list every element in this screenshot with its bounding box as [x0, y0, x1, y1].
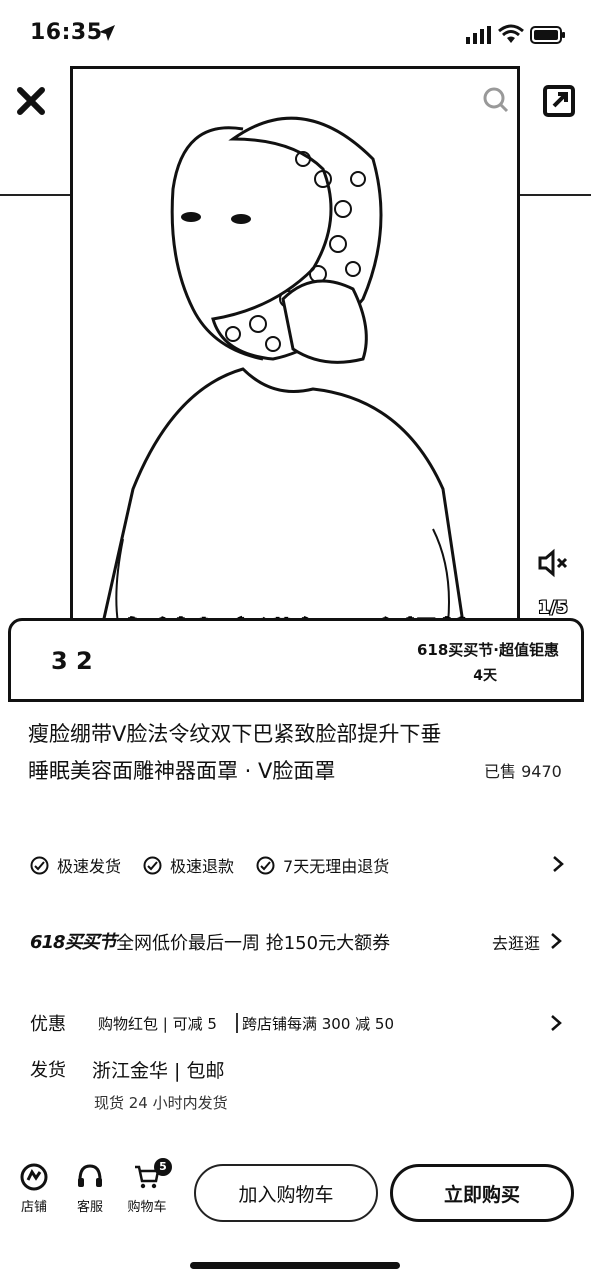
- product-photo: [101, 116, 465, 623]
- headset-icon: [78, 1164, 102, 1187]
- coupon-tag: 购物红包 | 可减 5: [98, 1015, 217, 1033]
- service-label: 客服: [76, 1200, 103, 1215]
- chevron-right-icon: [553, 856, 564, 872]
- chevron-right-icon: [551, 933, 562, 949]
- header-divider: [520, 194, 591, 196]
- guarantee-item: 极速发货: [30, 853, 121, 877]
- product-media[interactable]: 向斜上方进行一个提拉: [70, 66, 520, 626]
- chevron-right-icon: [551, 1015, 562, 1031]
- shipping-label: 发货: [30, 1060, 66, 1081]
- location-arrow-icon: [99, 25, 115, 41]
- open-external-button[interactable]: [542, 84, 576, 118]
- guarantee-label: 7天无理由退货: [283, 857, 390, 876]
- add-to-cart-button[interactable]: 加入购物车: [194, 1164, 378, 1222]
- price-banner: 3 2 618买买节·超值钜惠 4天: [8, 618, 584, 702]
- store-label: 店铺: [20, 1200, 47, 1215]
- shipping-row: 发货 浙江金华 | 包邮 现货 24 小时内发货: [30, 1056, 570, 1116]
- guarantee-label: 极速发货: [57, 857, 122, 876]
- shipping-detail: 现货 24 小时内发货: [94, 1094, 228, 1112]
- signal-icon: [466, 26, 491, 44]
- product-title: 瘦脸绷带V脸法令纹双下巴紧致脸部提升下垂睡眠美容面雕神器面罩 · V脸面罩: [28, 722, 442, 783]
- bottom-action-bar: 店铺 客服 5 购物车 加入购物车 立即购买: [0, 1150, 591, 1240]
- check-circle-icon: [256, 856, 275, 874]
- festival-promo-text: 全网低价最后一周 抢150元大额券: [116, 933, 391, 954]
- price-value: 3 2: [51, 647, 93, 675]
- guarantee-item: 7天无理由退货: [256, 853, 389, 877]
- store-icon: [20, 1163, 48, 1191]
- mute-icon[interactable]: [537, 548, 569, 578]
- tag-divider: [236, 1013, 238, 1033]
- home-indicator[interactable]: [190, 1262, 400, 1269]
- header-divider: [0, 194, 70, 196]
- cart-nav[interactable]: 5 购物车: [122, 1158, 172, 1215]
- festival-link[interactable]: 去逛逛: [492, 930, 540, 954]
- check-circle-icon: [143, 856, 162, 874]
- banner-countdown: 4天: [473, 668, 497, 684]
- guarantee-item: 极速退款: [143, 853, 234, 877]
- status-time: 16:35: [30, 20, 103, 45]
- discount-row[interactable]: 优惠 购物红包 | 可减 5 跨店铺每满 300 减 50: [30, 1010, 570, 1038]
- coupon-tag: 跨店铺每满 300 减 50: [242, 1015, 395, 1033]
- service-nav[interactable]: 客服: [65, 1162, 115, 1215]
- buy-now-button[interactable]: 立即购买: [390, 1164, 574, 1222]
- guarantee-row[interactable]: 极速发货 极速退款 7天无理由退货: [30, 852, 570, 878]
- media-counter: 1/5: [538, 598, 568, 618]
- check-circle-icon: [30, 856, 49, 874]
- status-bar: 16:35: [0, 0, 591, 64]
- shipping-location: 浙江金华 | 包邮: [92, 1060, 225, 1082]
- discount-label: 优惠: [30, 1014, 66, 1035]
- wifi-icon: [498, 24, 524, 43]
- festival-logo: 618买买节: [30, 932, 117, 953]
- search-image-icon[interactable]: [482, 86, 510, 114]
- banner-promo: 618买买节·超值钜惠: [416, 641, 559, 659]
- festival-promo-row[interactable]: 618买买节 全网低价最后一周 抢150元大额券 去逛逛: [30, 928, 570, 956]
- battery-icon: [530, 26, 565, 44]
- guarantee-label: 极速退款: [170, 857, 235, 876]
- cart-label: 购物车: [127, 1200, 167, 1215]
- store-nav[interactable]: 店铺: [9, 1162, 59, 1215]
- cart-count-badge: 5: [154, 1158, 172, 1176]
- close-button[interactable]: [14, 84, 48, 118]
- sold-count: 已售 9470: [484, 762, 562, 781]
